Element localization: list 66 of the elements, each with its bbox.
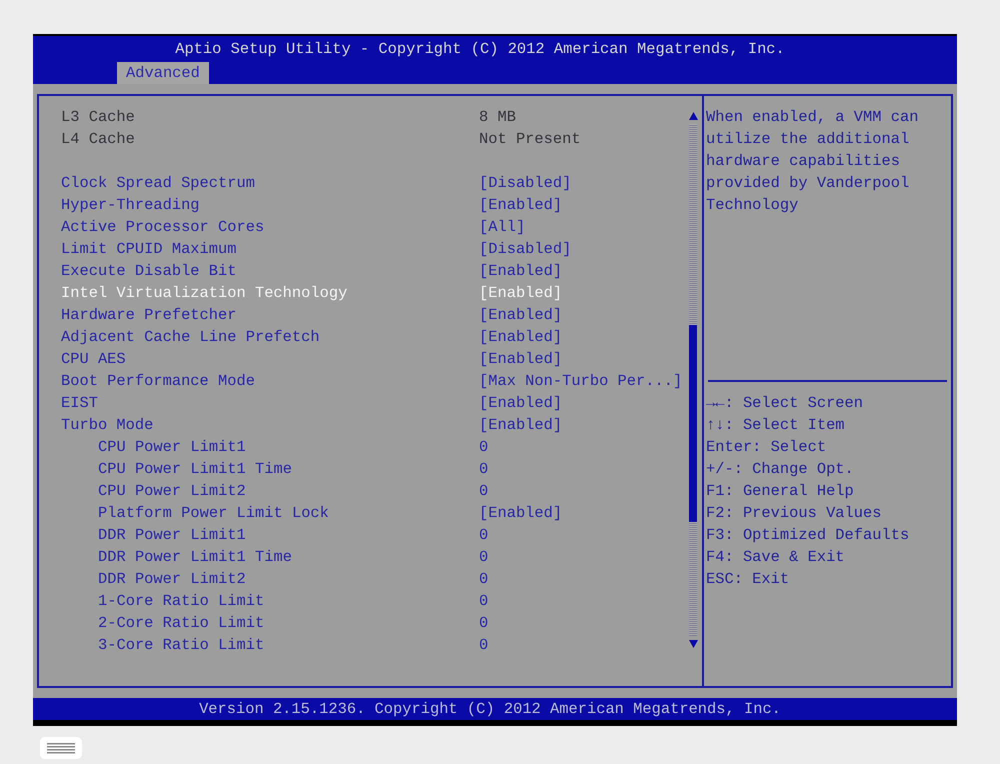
- setting-value[interactable]: [Enabled]: [479, 392, 562, 414]
- setting-label[interactable]: 3-Core Ratio Limit: [98, 634, 264, 656]
- info-label: L3 Cache: [61, 107, 135, 128]
- setting-value[interactable]: [Enabled]: [479, 282, 562, 304]
- keyboard-icon[interactable]: [40, 737, 82, 759]
- setting-value[interactable]: [Enabled]: [479, 326, 562, 348]
- setting-value[interactable]: [Enabled]: [479, 194, 562, 216]
- setting-label[interactable]: Hardware Prefetcher: [61, 304, 236, 326]
- setting-value[interactable]: [Disabled]: [479, 238, 572, 260]
- key-hint: Enter: Select: [706, 437, 826, 458]
- setting-value[interactable]: 0: [479, 568, 488, 590]
- setting-label[interactable]: 2-Core Ratio Limit: [98, 612, 264, 634]
- setting-label[interactable]: DDR Power Limit1: [98, 524, 246, 546]
- info-value: 8 MB: [479, 107, 516, 128]
- setting-value[interactable]: 0: [479, 546, 488, 568]
- setting-value[interactable]: 0: [479, 590, 488, 612]
- setting-value[interactable]: [Enabled]: [479, 260, 562, 282]
- setting-value[interactable]: [Enabled]: [479, 348, 562, 370]
- setting-label[interactable]: Adjacent Cache Line Prefetch: [61, 326, 320, 348]
- setting-label[interactable]: CPU Power Limit1: [98, 436, 246, 458]
- setting-label[interactable]: Clock Spread Spectrum: [61, 172, 255, 194]
- key-hint: F4: Save & Exit: [706, 547, 845, 568]
- scroll-up-arrow-icon[interactable]: [688, 112, 698, 120]
- scroll-down-arrow-icon[interactable]: [688, 640, 698, 648]
- key-hint: F2: Previous Values: [706, 503, 882, 524]
- setting-label[interactable]: Hyper-Threading: [61, 194, 200, 216]
- setting-value[interactable]: [Enabled]: [479, 502, 562, 524]
- setting-value[interactable]: [Enabled]: [479, 304, 562, 326]
- setting-label[interactable]: Execute Disable Bit: [61, 260, 236, 282]
- scrollbar-track[interactable]: [689, 124, 697, 636]
- setting-label[interactable]: CPU Power Limit1 Time: [98, 458, 292, 480]
- setting-label[interactable]: Active Processor Cores: [61, 216, 264, 238]
- key-hint: ESC: Exit: [706, 569, 790, 590]
- key-hint: +/-: Change Opt.: [706, 459, 854, 480]
- key-hint: F3: Optimized Defaults: [706, 525, 910, 546]
- setting-label[interactable]: DDR Power Limit2: [98, 568, 246, 590]
- scrollbar-thumb[interactable]: [689, 325, 697, 522]
- setting-value[interactable]: 0: [479, 612, 488, 634]
- setting-value[interactable]: [Enabled]: [479, 414, 562, 436]
- setting-label[interactable]: DDR Power Limit1 Time: [98, 546, 292, 568]
- key-hint: F1: General Help: [706, 481, 854, 502]
- key-hint: →←: Select Screen: [706, 393, 864, 414]
- setting-label[interactable]: Platform Power Limit Lock: [98, 502, 329, 524]
- setting-label[interactable]: Turbo Mode: [61, 414, 154, 436]
- version-text: Version 2.15.1236. Copyright (C) 2012 American Megatrends, Inc.: [199, 699, 781, 719]
- setting-label[interactable]: CPU AES: [61, 348, 126, 370]
- setting-label[interactable]: EIST: [61, 392, 98, 414]
- setting-value[interactable]: 0: [479, 458, 488, 480]
- setting-label[interactable]: 1-Core Ratio Limit: [98, 590, 264, 612]
- setting-label[interactable]: Boot Performance Mode: [61, 370, 255, 392]
- window-title: Aptio Setup Utility - Copyright (C) 2012 American Megatrends, Inc.: [175, 39, 785, 59]
- setting-label[interactable]: CPU Power Limit2: [98, 480, 246, 502]
- setting-label[interactable]: Limit CPUID Maximum: [61, 238, 236, 260]
- info-value: Not Present: [479, 129, 581, 150]
- tab[interactable]: Advanced: [117, 62, 209, 84]
- setting-value[interactable]: [Max Non-Turbo Per...]: [479, 370, 682, 392]
- setting-value[interactable]: 0: [479, 480, 488, 502]
- help-text: When enabled, a VMM can utilize the additional hardware capabilities provided by Vanderpool Technology: [706, 107, 920, 216]
- setting-value[interactable]: [All]: [479, 216, 526, 238]
- setting-value[interactable]: 0: [479, 436, 488, 458]
- setting-value[interactable]: 0: [479, 524, 488, 546]
- setting-value[interactable]: [Disabled]: [479, 172, 572, 194]
- info-label: L4 Cache: [61, 129, 135, 150]
- setting-value[interactable]: 0: [479, 634, 488, 656]
- setting-label[interactable]: Intel Virtualization Technology: [61, 282, 348, 304]
- key-hint: ↑↓: Select Item: [706, 415, 845, 436]
